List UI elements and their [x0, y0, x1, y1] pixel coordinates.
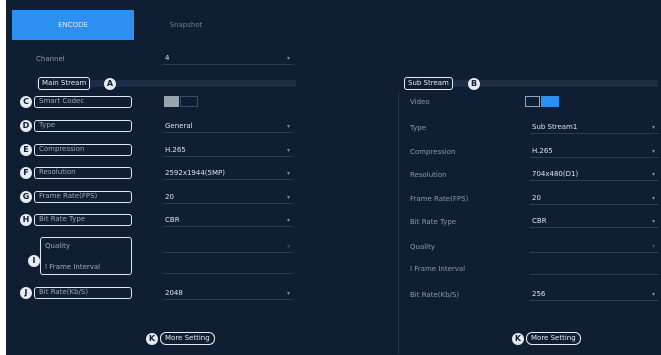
tab-encode[interactable]: ENCODE: [12, 10, 134, 40]
toggle-track: [525, 96, 540, 107]
chevron-down-icon: ▾: [651, 148, 655, 155]
sub-type-label: Type: [410, 124, 427, 132]
main-bit-rate-type-label: Bit Rate Type: [34, 214, 132, 226]
smart-codec-toggle[interactable]: [164, 96, 198, 107]
encode-settings-window: ENCODE Snapshot Channel 4 ▾ Main Stream …: [0, 0, 661, 355]
sub-video-label: Video: [410, 98, 430, 106]
chevron-down-icon: ▾: [286, 55, 290, 62]
callout-letter-j: J: [20, 287, 32, 299]
sub-iframe-interval-label: I Frame Interval: [410, 265, 466, 273]
sub-bit-rate-value: 256: [532, 290, 546, 298]
channel-value: 4: [165, 54, 170, 62]
sub-compression-value: H.265: [532, 147, 553, 155]
callout-letter-b: B: [468, 78, 480, 90]
toggle-knob: [541, 96, 559, 107]
main-type-select[interactable]: General ▾: [163, 121, 293, 133]
chevron-down-icon: ▾: [651, 124, 655, 131]
main-more-setting-button[interactable]: More Setting: [160, 332, 215, 345]
quality-iframe-callout: Quality I Frame Interval: [40, 237, 132, 275]
main-bit-rate-type-value: CBR: [165, 216, 180, 224]
main-iframe-interval-label: I Frame Interval: [45, 263, 101, 271]
main-quality-label: Quality: [45, 242, 71, 250]
sub-resolution-value: 704x480(D1): [532, 170, 579, 178]
main-quality-select[interactable]: ▾: [163, 241, 293, 253]
chevron-down-icon: ▾: [286, 217, 290, 224]
chevron-down-icon: ▾: [651, 218, 655, 225]
main-bit-rate-type-select[interactable]: CBR ▾: [163, 215, 293, 227]
sub-resolution-select[interactable]: 704x480(D1) ▾: [530, 169, 658, 181]
sub-bit-rate-type-value: CBR: [532, 217, 547, 225]
sub-more-setting-button[interactable]: More Setting: [526, 332, 581, 345]
main-resolution-value: 2592x1944(5MP): [165, 169, 225, 177]
callout-letter-f: F: [20, 167, 32, 179]
toggle-track: [180, 96, 198, 107]
main-frame-rate-select[interactable]: 20 ▾: [163, 192, 293, 204]
sub-frame-rate-label: Frame Rate(FPS): [410, 195, 469, 203]
chevron-down-icon: ▾: [651, 243, 655, 250]
sub-frame-rate-value: 20: [532, 194, 541, 202]
chevron-down-icon: ▾: [651, 171, 655, 178]
main-iframe-interval-field[interactable]: [163, 262, 293, 274]
main-resolution-label: Resolution: [34, 167, 132, 179]
sub-quality-label: Quality: [410, 243, 436, 251]
chevron-down-icon: ▾: [286, 194, 290, 201]
chevron-down-icon: ▾: [286, 147, 290, 154]
tab-snapshot[interactable]: Snapshot: [134, 10, 238, 40]
sub-resolution-label: Resolution: [410, 171, 447, 179]
callout-letter-k: K: [512, 333, 524, 345]
chevron-down-icon: ▾: [286, 170, 290, 177]
sub-frame-rate-select[interactable]: 20 ▾: [530, 193, 658, 205]
channel-select[interactable]: 4 ▾: [163, 53, 293, 65]
channel-label: Channel: [36, 55, 65, 63]
toggle-knob: [164, 96, 179, 107]
main-type-label: Type: [34, 120, 132, 132]
main-frame-rate-value: 20: [165, 193, 174, 201]
sub-video-toggle[interactable]: [525, 96, 559, 107]
callout-letter-e: E: [20, 144, 32, 156]
chevron-down-icon: ▾: [651, 195, 655, 202]
main-frame-rate-label: Frame Rate(FPS): [34, 191, 132, 203]
main-compression-select[interactable]: H.265 ▾: [163, 145, 293, 157]
main-bit-rate-value: 2048: [165, 289, 183, 297]
main-bit-rate-label: Bit Rate(Kb/S): [34, 287, 132, 299]
callout-letter-a: A: [104, 78, 116, 90]
main-compression-value: H.265: [165, 146, 186, 154]
callout-letter-g: G: [20, 191, 32, 203]
sub-compression-label: Compression: [410, 148, 456, 156]
main-stream-header: Main Stream: [38, 77, 91, 90]
callout-letter-k: K: [146, 333, 158, 345]
chevron-down-icon: ▾: [286, 243, 290, 250]
sub-bit-rate-type-label: Bit Rate Type: [410, 218, 457, 226]
main-resolution-select[interactable]: 2592x1944(5MP) ▾: [163, 168, 293, 180]
sub-bit-rate-select[interactable]: 256 ▾: [530, 289, 658, 301]
main-bit-rate-select[interactable]: 2048 ▾: [163, 288, 293, 300]
sub-quality-select[interactable]: ▾: [530, 241, 658, 253]
tab-bar: ENCODE Snapshot: [12, 10, 661, 40]
sub-type-value: Sub Stream1: [532, 123, 578, 131]
callout-letter-c: C: [20, 96, 32, 108]
sub-stream-header: Sub Stream: [404, 77, 453, 90]
main-compression-label: Compression: [34, 144, 132, 156]
main-type-value: General: [165, 122, 193, 130]
stream-divider: [398, 92, 399, 354]
chevron-down-icon: ▾: [286, 290, 290, 297]
sub-type-select[interactable]: Sub Stream1 ▾: [530, 122, 658, 134]
sub-compression-select[interactable]: H.265 ▾: [530, 146, 658, 158]
chevron-down-icon: ▾: [651, 291, 655, 298]
sub-bit-rate-type-select[interactable]: CBR ▾: [530, 216, 658, 228]
chevron-down-icon: ▾: [286, 123, 290, 130]
callout-letter-h: H: [20, 214, 32, 226]
sub-iframe-interval-field[interactable]: [530, 263, 658, 275]
smart-codec-label: Smart Codec: [34, 96, 132, 108]
sub-bit-rate-label: Bit Rate(Kb/S): [410, 291, 460, 299]
callout-letter-d: D: [20, 120, 32, 132]
callout-letter-i: I: [28, 255, 40, 267]
